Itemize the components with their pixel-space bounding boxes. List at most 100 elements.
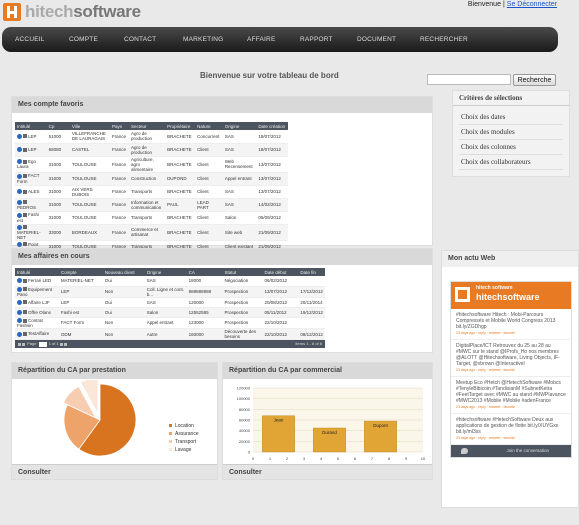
menu-item-affaire[interactable]: AFFAIRE (247, 27, 276, 52)
tweet-item[interactable]: DigitalPlace/ICT Retrouvez du 25 au 28 a… (451, 340, 571, 377)
table-row[interactable]: Ego Laura 31000 TOULOUSE France Agriculture,… (15, 156, 288, 173)
cell-text[interactable]: MATERIEL-NET (17, 230, 41, 240)
edit-icon[interactable] (23, 134, 27, 139)
edit-icon[interactable] (23, 200, 27, 205)
edit-icon[interactable] (23, 300, 27, 305)
table-row[interactable]: MATERIEL-NET 33000 BORDEAUX France Commerce … (15, 224, 288, 241)
edit-icon[interactable] (23, 225, 27, 230)
join-conversation-link[interactable]: Join the conversation (506, 445, 549, 457)
column-header[interactable]: Origine (222, 122, 257, 130)
column-header[interactable]: Origine (144, 268, 187, 276)
tweet-item[interactable]: Meetup Eco #Hetch @HetechSoftware #Mobcs… (451, 377, 571, 414)
cell-text[interactable]: LEP (28, 134, 37, 139)
pie-consult-link[interactable]: Consulter (12, 464, 217, 479)
menu-item-compte[interactable]: COMPTE (69, 27, 98, 52)
cell-text: Prospection (224, 320, 249, 326)
column-header[interactable]: Ville (69, 122, 110, 130)
cell-text[interactable]: Affaire LJF (28, 300, 50, 305)
criteria-columns[interactable]: Choix des colonnes (459, 140, 563, 155)
tweet-meta[interactable]: 23 days ago · reply · retweet · favorite (456, 367, 566, 373)
tweet-meta[interactable]: 23 days ago · reply · retweet · favorite (456, 435, 566, 441)
column-header[interactable]: Propriétaire (165, 122, 196, 130)
cell-text[interactable]: PEDROS (17, 205, 36, 210)
view-icon[interactable] (17, 309, 22, 315)
table-row[interactable]: Fashi est 31000 TOULOUSE France Transports BR… (15, 211, 288, 225)
edit-icon[interactable] (23, 332, 27, 337)
table-row[interactable]: Offre Olans Fashi est Oui Salon 12552585 Pros… (15, 307, 325, 318)
edit-icon[interactable] (23, 287, 27, 292)
edit-icon[interactable] (23, 147, 27, 152)
menu-item-rechercher[interactable]: RECHERCHER (420, 27, 468, 52)
cell-text[interactable]: Offre Olans (28, 310, 51, 315)
cell-text: 31000 (48, 202, 62, 207)
cell-text[interactable]: LEP (28, 147, 37, 152)
edit-icon[interactable] (23, 242, 27, 247)
pager-last-icon[interactable] (63, 342, 67, 346)
view-icon[interactable] (17, 331, 22, 337)
table-row[interactable]: Affaire LJF LEP Oui SAS 120000 Prospection 20/… (15, 297, 325, 308)
edit-icon[interactable] (23, 278, 27, 283)
table-cell: Coll. Ligne et cont. b... (144, 286, 187, 298)
pager-next-icon[interactable] (59, 342, 63, 346)
column-header[interactable]: Nouveau client (102, 268, 145, 276)
table-cell: Autre (144, 328, 187, 341)
menu-item-rapport[interactable]: RAPPORT (300, 27, 333, 52)
cell-text[interactable]: ALES (28, 189, 40, 194)
tweet-meta[interactable]: 23 days ago · reply · retweet · favorite (456, 404, 566, 410)
column-header[interactable]: Secteur (128, 122, 166, 130)
actu-panel: Mon actu Web hitech software hitechsoftw… (441, 250, 579, 508)
view-icon[interactable] (17, 299, 22, 305)
pager-first-icon[interactable] (18, 342, 21, 346)
table-row[interactable]: Contrat Fashsin FACT Form Non Appel entrant… (15, 317, 325, 330)
column-header[interactable]: Pays (109, 122, 129, 130)
menu-item-marketing[interactable]: MARKETING (183, 27, 223, 52)
pager-page-input[interactable] (38, 341, 47, 347)
menu-item-contact[interactable]: CONTACT (124, 27, 156, 52)
view-icon[interactable] (17, 133, 22, 139)
logout-link[interactable]: Se Déconnecter (507, 1, 557, 8)
column-header[interactable]: Nature (195, 122, 223, 130)
edit-icon[interactable] (23, 159, 27, 164)
criteria-dates[interactable]: Choix des dates (459, 110, 563, 125)
brand-logo[interactable]: hitechsoftware (3, 2, 163, 24)
column-header[interactable]: CA (186, 268, 223, 276)
criteria-modules[interactable]: Choix des modules (459, 125, 563, 140)
tweet-item[interactable]: #hitechsoftware Hitech : Mobi-Parcours C… (451, 309, 571, 340)
table-row[interactable]: FACT Form 31000 TOULOUSE France Construction… (15, 172, 288, 186)
column-header[interactable]: Date début (262, 268, 299, 276)
table-row[interactable]: PEDROS 31000 TOULOUSE France Information et … (15, 198, 288, 212)
column-header[interactable]: Compte (58, 268, 103, 276)
search-input[interactable] (427, 74, 511, 85)
search-button[interactable]: Recherche (513, 74, 556, 86)
table-row[interactable]: ALES 31000 AIX VERS DUBOIS France Transports… (15, 185, 288, 199)
x-tick-label: 2 (286, 456, 289, 461)
view-icon[interactable] (17, 278, 22, 284)
view-icon[interactable] (17, 147, 22, 153)
bar-consult-link[interactable]: Consulter (223, 464, 432, 479)
column-header[interactable]: Intitulé (15, 268, 59, 276)
pager-prev-icon[interactable] (22, 342, 25, 346)
table-row[interactable]: Ferrari LED MATERIEL-NET Oui SAS 18000 Négoci… (15, 276, 325, 287)
criteria-collaborators[interactable]: Choix des collaborateurs (459, 155, 563, 170)
column-header[interactable]: Cp (46, 122, 70, 130)
column-header[interactable]: Statut (222, 268, 263, 276)
edit-icon[interactable] (23, 213, 27, 218)
column-header[interactable]: Intitulé (15, 122, 47, 130)
tweet-meta[interactable]: 23 days ago · reply · retweet · favorite (456, 330, 566, 336)
tweet-item[interactable]: #hitechsoftware #HetechSoftware Deux aux… (451, 414, 571, 445)
column-header[interactable]: Date création (256, 122, 288, 130)
edit-icon[interactable] (23, 318, 27, 323)
table-row[interactable]: TestAffaire ODM Non Autre 160000 Découverte d… (15, 328, 325, 341)
edit-icon[interactable] (23, 174, 27, 179)
edit-icon[interactable] (23, 189, 27, 194)
view-icon[interactable] (17, 189, 22, 195)
cell-text[interactable]: TestAffaire (28, 331, 49, 336)
menu-item-accueil[interactable]: ACCUEIL (15, 27, 45, 52)
menu-item-document[interactable]: DOCUMENT (357, 27, 396, 52)
column-header[interactable]: Date fin (298, 268, 325, 276)
cell-text[interactable]: Ferrari LED (28, 278, 51, 283)
table-row[interactable]: LEP 68080 CASTEL France Agro de production BR… (15, 143, 288, 157)
table-row[interactable]: LEP 51000 VILLEFRANCHE DE LAURAGAIS France A… (15, 130, 288, 144)
table-row[interactable]: Equipement Pano LEP Non Coll. Ligne et cont… (15, 286, 325, 298)
edit-icon[interactable] (23, 310, 27, 315)
